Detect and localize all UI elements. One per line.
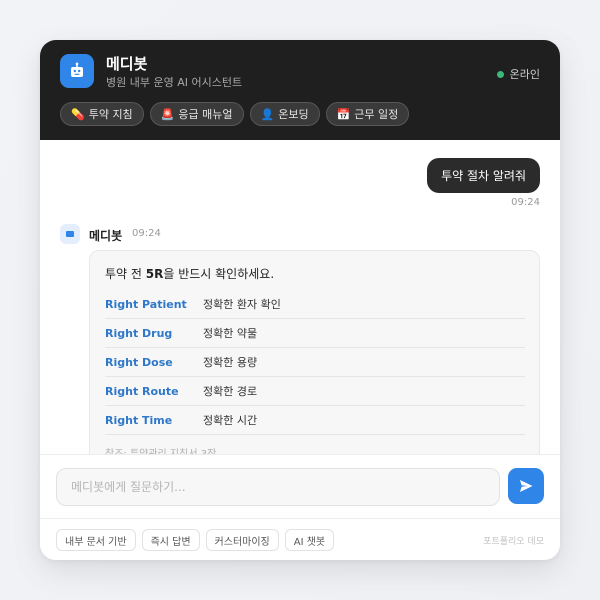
bot-intro-text: 투약 전 5R을 반드시 확인하세요. xyxy=(105,267,275,281)
feature-tags: 내부 문서 기반 즉시 답변 커스터마이징 AI 챗봇 xyxy=(56,529,335,551)
send-button[interactable] xyxy=(508,468,544,504)
bot-message-bubble: 투약 전 5R을 반드시 확인하세요. Right Patient 정확한 환자… xyxy=(89,250,540,454)
chat-widget: 메디봇 병원 내부 운영 AI 어시스턴트 온라인 💊 투약 지침 🚨 응급 매… xyxy=(40,40,560,560)
rule-key: Right Drug xyxy=(105,326,173,340)
bot-name: 메디봇 xyxy=(89,229,123,243)
user-message-bubble: 투약 절차 알려줘 xyxy=(427,158,540,193)
person-icon: 👤 xyxy=(260,107,275,121)
robot-icon xyxy=(60,54,94,88)
feature-tag: 내부 문서 기반 xyxy=(56,529,136,551)
rule-value: 정확한 시간 xyxy=(203,414,258,427)
user-message-time: 09:24 xyxy=(511,197,540,208)
rule-value: 정확한 용량 xyxy=(203,356,258,369)
chip-onboarding[interactable]: 👤 온보딩 xyxy=(249,102,320,126)
status-indicator: 온라인 xyxy=(496,66,540,82)
calendar-icon: 📅 xyxy=(336,107,351,121)
footer: 내부 문서 기반 즉시 답변 커스터마이징 AI 챗봇 포트폴리오 데모 xyxy=(40,518,560,560)
footer-note: 포트폴리오 데모 xyxy=(483,537,544,547)
quick-topic-chips: 💊 투약 지침 🚨 응급 매뉴얼 👤 온보딩 📅 근무 일정 xyxy=(60,102,410,126)
composer xyxy=(40,454,560,518)
chip-medication[interactable]: 💊 투약 지침 xyxy=(60,102,144,126)
chip-label: 온보딩 xyxy=(278,108,309,121)
status-label: 온라인 xyxy=(509,68,540,81)
rule-value: 정확한 경로 xyxy=(203,385,258,398)
rule-value: 정확한 약물 xyxy=(203,327,258,340)
message-input[interactable] xyxy=(56,468,500,506)
bot-avatar-icon xyxy=(60,224,80,244)
chip-schedule[interactable]: 📅 근무 일정 xyxy=(325,102,410,126)
rule-row: Right Time 정확한 시간 xyxy=(105,406,525,435)
app-subtitle: 병원 내부 운영 AI 어시스턴트 xyxy=(106,76,243,89)
chip-label: 투약 지침 xyxy=(88,108,133,121)
message-list[interactable]: 투약 절차 알려줘 09:24 메디봇 09:24 투약 전 5R을 반드시 확… xyxy=(40,140,560,454)
rule-row: Right Dose 정확한 용량 xyxy=(105,348,525,377)
app-title: 메디봇 xyxy=(106,55,148,73)
siren-icon: 🚨 xyxy=(160,107,175,121)
rule-key: Right Time xyxy=(105,413,173,427)
rule-key: Right Patient xyxy=(105,297,187,311)
rule-row: Right Route 정확한 경로 xyxy=(105,377,525,406)
rule-value: 정확한 환자 확인 xyxy=(203,298,281,311)
rule-row: Right Patient 정확한 환자 확인 xyxy=(105,290,525,319)
rule-key: Right Route xyxy=(105,384,179,398)
bot-message-time: 09:24 xyxy=(132,228,161,239)
chip-label: 근무 일정 xyxy=(354,108,399,121)
feature-tag: AI 챗봇 xyxy=(284,529,335,551)
chip-label: 응급 매뉴얼 xyxy=(178,108,233,121)
send-icon xyxy=(520,480,533,492)
feature-tag: 커스터마이징 xyxy=(205,529,279,551)
highlight-5r: 5R xyxy=(145,267,164,281)
rule-row: Right Drug 정확한 약물 xyxy=(105,319,525,348)
chip-emergency[interactable]: 🚨 응급 매뉴얼 xyxy=(149,102,244,126)
feature-tag: 즉시 답변 xyxy=(141,529,200,551)
rule-key: Right Dose xyxy=(105,355,173,369)
pill-icon: 💊 xyxy=(71,107,85,121)
online-dot-icon xyxy=(496,70,504,78)
reference-note: 참조: 투약관리 지침서 3장 xyxy=(105,445,524,454)
chat-header: 메디봇 병원 내부 운영 AI 어시스턴트 온라인 💊 투약 지침 🚨 응급 매… xyxy=(40,40,560,140)
